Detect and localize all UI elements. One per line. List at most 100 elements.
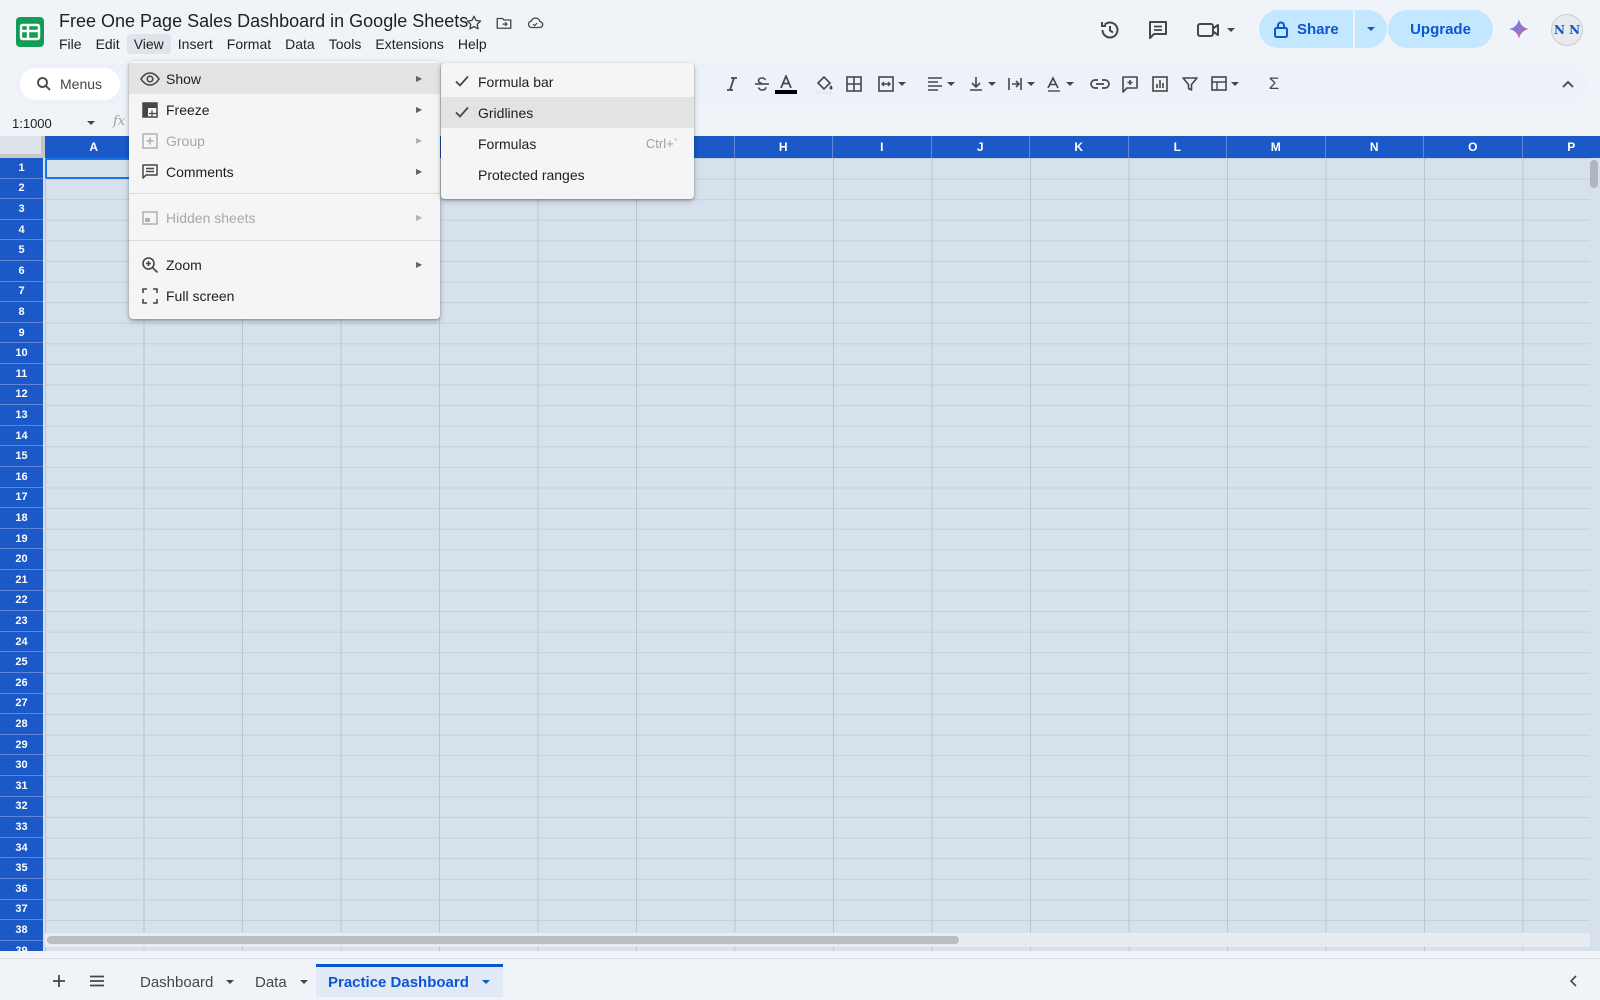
filter-views-icon[interactable] bbox=[1208, 72, 1242, 96]
comments-icon[interactable] bbox=[1144, 16, 1172, 44]
name-box[interactable]: 1:1000 bbox=[12, 113, 96, 133]
row-header-17[interactable]: 17 bbox=[0, 487, 43, 509]
row-header-23[interactable]: 23 bbox=[0, 611, 43, 632]
row-header-30[interactable]: 30 bbox=[0, 755, 43, 776]
text-rotation-icon[interactable] bbox=[1043, 72, 1077, 96]
row-header-29[interactable]: 29 bbox=[0, 734, 43, 756]
row-header-33[interactable]: 33 bbox=[0, 817, 43, 838]
column-header-p[interactable]: P bbox=[1522, 136, 1600, 158]
row-header-9[interactable]: 9 bbox=[0, 322, 43, 344]
row-header-38[interactable]: 38 bbox=[0, 920, 43, 941]
text-wrapping-icon[interactable] bbox=[1004, 72, 1038, 96]
star-icon[interactable] bbox=[463, 12, 485, 34]
version-history-icon[interactable] bbox=[1096, 16, 1124, 44]
row-header-6[interactable]: 6 bbox=[0, 261, 43, 282]
show-formula-bar-option[interactable]: Formula bar bbox=[441, 66, 694, 97]
meet-video-icon[interactable] bbox=[1196, 16, 1240, 44]
column-header-i[interactable]: I bbox=[833, 136, 932, 158]
italic-icon[interactable] bbox=[722, 72, 742, 96]
share-dropdown-button[interactable] bbox=[1354, 10, 1387, 48]
column-header-h[interactable]: H bbox=[734, 136, 833, 158]
sheet-tab-dashboard[interactable]: Dashboard bbox=[128, 967, 247, 997]
row-header-15[interactable]: 15 bbox=[0, 446, 43, 467]
insert-chart-icon[interactable] bbox=[1150, 72, 1170, 96]
text-color-icon[interactable] bbox=[774, 72, 798, 96]
show-formulas-option[interactable]: Formulas Ctrl+` bbox=[441, 128, 694, 159]
menu-tools[interactable]: Tools bbox=[322, 34, 369, 54]
row-header-4[interactable]: 4 bbox=[0, 219, 43, 241]
menu-edit[interactable]: Edit bbox=[89, 34, 127, 54]
row-header-18[interactable]: 18 bbox=[0, 508, 43, 529]
merge-cells-icon[interactable] bbox=[874, 72, 910, 96]
row-header-16[interactable]: 16 bbox=[0, 467, 43, 488]
row-header-5[interactable]: 5 bbox=[0, 240, 43, 261]
view-menu-show[interactable]: Show ▶ bbox=[129, 63, 440, 94]
select-all-corner[interactable] bbox=[0, 136, 45, 158]
row-header-27[interactable]: 27 bbox=[0, 693, 43, 715]
search-menus-button[interactable]: Menus bbox=[20, 68, 120, 100]
show-protected-ranges-option[interactable]: Protected ranges bbox=[441, 159, 694, 190]
strikethrough-icon[interactable] bbox=[752, 72, 772, 96]
filter-icon[interactable] bbox=[1180, 72, 1200, 96]
view-menu-zoom[interactable]: Zoom ▶ bbox=[129, 249, 440, 280]
horizontal-scrollbar[interactable] bbox=[47, 936, 959, 944]
fill-color-icon[interactable] bbox=[812, 72, 836, 96]
chevron-left-icon[interactable] bbox=[1562, 969, 1586, 993]
sheet-tab-data[interactable]: Data bbox=[243, 967, 321, 997]
row-header-13[interactable]: 13 bbox=[0, 405, 43, 426]
sheets-logo-icon[interactable] bbox=[14, 16, 46, 48]
row-header-25[interactable]: 25 bbox=[0, 652, 43, 673]
row-header-34[interactable]: 34 bbox=[0, 837, 43, 859]
row-header-37[interactable]: 37 bbox=[0, 899, 43, 921]
row-header-20[interactable]: 20 bbox=[0, 549, 43, 570]
insert-comment-icon[interactable] bbox=[1120, 72, 1140, 96]
row-header-39[interactable]: 39 bbox=[0, 940, 43, 951]
row-header-36[interactable]: 36 bbox=[0, 879, 43, 900]
row-header-7[interactable]: 7 bbox=[0, 281, 43, 303]
row-header-3[interactable]: 3 bbox=[0, 199, 43, 220]
row-header-8[interactable]: 8 bbox=[0, 302, 43, 323]
menu-help[interactable]: Help bbox=[451, 34, 494, 54]
collapse-toolbar-icon[interactable] bbox=[1558, 72, 1578, 96]
vertical-scrollbar[interactable] bbox=[1590, 160, 1598, 188]
view-menu-freeze[interactable]: Freeze ▶ bbox=[129, 94, 440, 125]
move-folder-icon[interactable] bbox=[493, 12, 515, 34]
column-header-k[interactable]: K bbox=[1030, 136, 1129, 158]
row-header-22[interactable]: 22 bbox=[0, 590, 43, 612]
row-header-19[interactable]: 19 bbox=[0, 528, 43, 550]
column-header-m[interactable]: M bbox=[1227, 136, 1326, 158]
avatar[interactable]: N N bbox=[1551, 14, 1583, 46]
row-header-21[interactable]: 21 bbox=[0, 570, 43, 591]
row-header-2[interactable]: 2 bbox=[0, 178, 43, 200]
upgrade-button[interactable]: Upgrade bbox=[1388, 10, 1493, 48]
view-menu-comments[interactable]: Comments ▶ bbox=[129, 156, 440, 187]
column-header-o[interactable]: O bbox=[1424, 136, 1523, 158]
gemini-spark-icon[interactable] bbox=[1505, 15, 1533, 43]
menu-file[interactable]: File bbox=[52, 34, 89, 54]
menu-view[interactable]: View bbox=[126, 34, 171, 54]
row-header-35[interactable]: 35 bbox=[0, 858, 43, 879]
menu-insert[interactable]: Insert bbox=[171, 34, 220, 54]
row-header-11[interactable]: 11 bbox=[0, 364, 43, 385]
functions-icon[interactable]: Σ bbox=[1264, 72, 1284, 96]
row-header-14[interactable]: 14 bbox=[0, 425, 43, 447]
horizontal-align-icon[interactable] bbox=[924, 72, 958, 96]
row-header-32[interactable]: 32 bbox=[0, 796, 43, 818]
row-header-1[interactable]: 1 bbox=[0, 158, 43, 179]
row-header-28[interactable]: 28 bbox=[0, 714, 43, 735]
document-title[interactable]: Free One Page Sales Dashboard in Google … bbox=[59, 11, 468, 32]
row-header-31[interactable]: 31 bbox=[0, 776, 43, 797]
menu-format[interactable]: Format bbox=[220, 34, 278, 54]
borders-icon[interactable] bbox=[844, 72, 864, 96]
row-header-26[interactable]: 26 bbox=[0, 673, 43, 694]
show-gridlines-option[interactable]: Gridlines bbox=[441, 97, 694, 128]
insert-link-icon[interactable] bbox=[1089, 72, 1111, 96]
row-header-24[interactable]: 24 bbox=[0, 631, 43, 653]
sheet-tab-practice-dashboard[interactable]: Practice Dashboard bbox=[316, 964, 503, 997]
column-header-n[interactable]: N bbox=[1325, 136, 1424, 158]
cloud-saved-icon[interactable] bbox=[524, 12, 546, 34]
vertical-align-icon[interactable] bbox=[965, 72, 999, 96]
row-header-10[interactable]: 10 bbox=[0, 343, 43, 364]
add-sheet-icon[interactable] bbox=[47, 969, 71, 993]
column-header-l[interactable]: L bbox=[1128, 136, 1227, 158]
